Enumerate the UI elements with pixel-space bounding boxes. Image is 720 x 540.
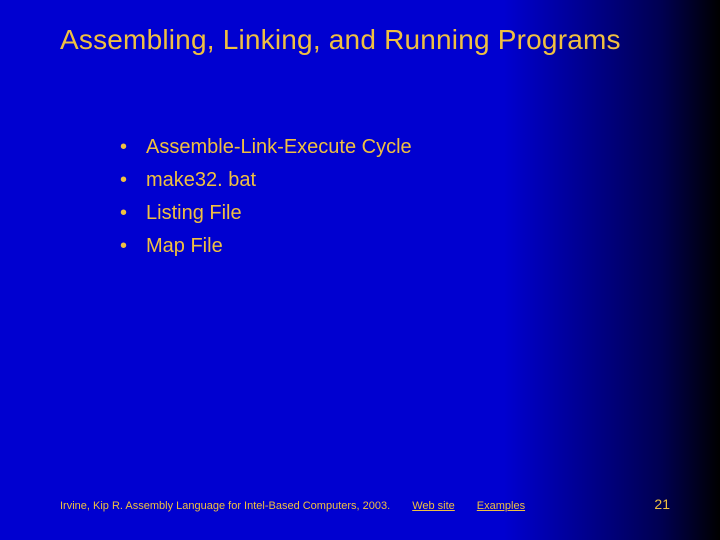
list-item: • Map File [120,231,412,262]
bullet-dot-icon: • [120,198,146,229]
list-item: • Assemble-Link-Execute Cycle [120,132,412,163]
slide-title: Assembling, Linking, and Running Program… [60,24,680,56]
slide: Assembling, Linking, and Running Program… [0,0,720,540]
footer-link-examples[interactable]: Examples [477,500,525,512]
bullet-text: Assemble-Link-Execute Cycle [146,132,412,163]
footer-link-website[interactable]: Web site [412,500,455,512]
bullet-dot-icon: • [120,165,146,196]
bullet-text: make32. bat [146,165,256,196]
bullet-text: Listing File [146,198,242,229]
bullet-dot-icon: • [120,231,146,262]
footer-credit: Irvine, Kip R. Assembly Language for Int… [60,500,390,512]
bullet-text: Map File [146,231,223,262]
list-item: • Listing File [120,198,412,229]
list-item: • make32. bat [120,165,412,196]
page-number: 21 [654,496,670,512]
bullet-dot-icon: • [120,132,146,163]
bullet-list: • Assemble-Link-Execute Cycle • make32. … [120,132,412,264]
footer: Irvine, Kip R. Assembly Language for Int… [60,496,670,512]
